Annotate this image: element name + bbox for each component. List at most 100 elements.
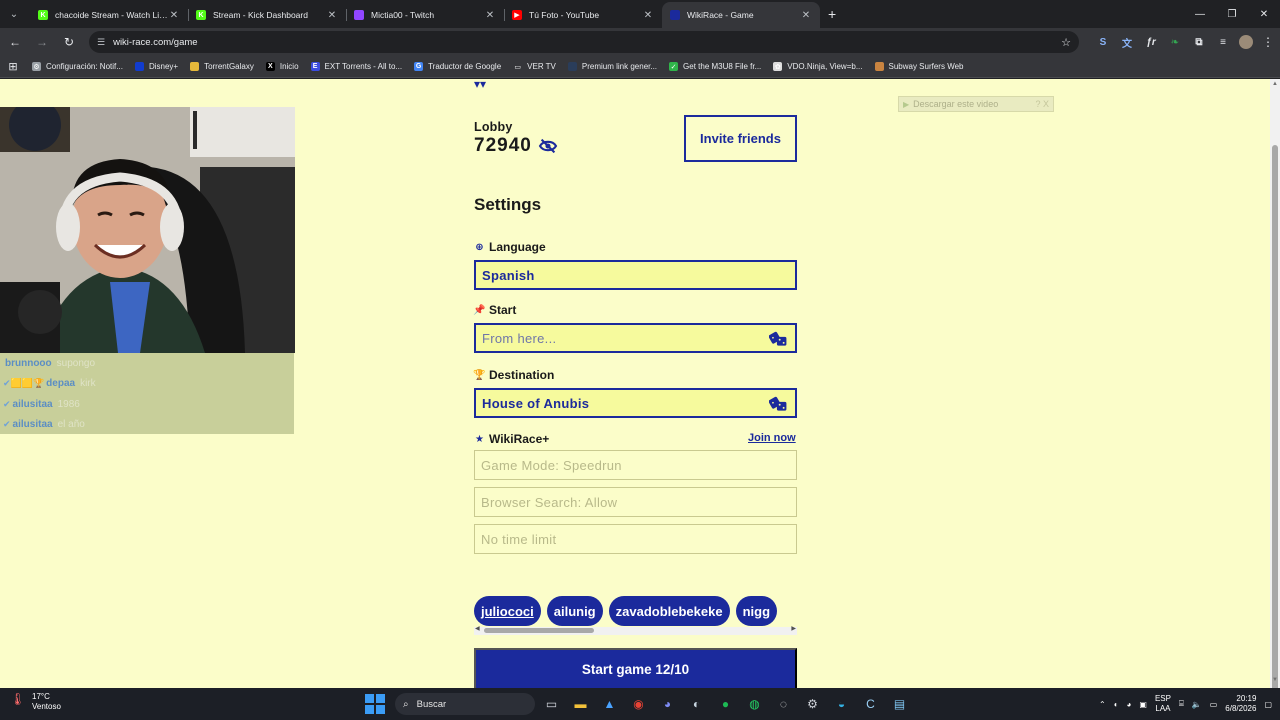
bookmark-item[interactable]: ✓ Get the M3U8 File fr... bbox=[663, 62, 767, 71]
tab-title: Tú Foto - YouTube bbox=[529, 10, 600, 20]
bookmark-star-icon[interactable]: ☆ bbox=[1061, 36, 1071, 49]
destination-input[interactable]: House of Anubis bbox=[474, 388, 797, 418]
edge-icon[interactable]: ◒ bbox=[829, 692, 854, 716]
scroll-up-icon[interactable]: ▲ bbox=[1272, 81, 1278, 89]
restore-icon[interactable]: ❐ bbox=[1216, 0, 1248, 28]
clock[interactable]: 20:19 6/8/2026 bbox=[1225, 694, 1256, 714]
browser-tab[interactable]: Kchacoide Stream - Watch Live o ✕ bbox=[30, 2, 188, 28]
bookmark-item[interactable]: X Inicio bbox=[260, 62, 305, 71]
browser-tab[interactable]: WikiRace - Game ✕ bbox=[662, 2, 820, 28]
file-explorer-icon[interactable]: ▬ bbox=[568, 692, 593, 716]
close-window-icon[interactable]: ✕ bbox=[1248, 0, 1280, 28]
task-view-icon[interactable]: ▭ bbox=[539, 692, 564, 716]
bookmark-item[interactable]: ✿ VDO.Ninja, View=b... bbox=[767, 62, 868, 71]
start-input[interactable]: From here... bbox=[474, 323, 797, 353]
profile-avatar[interactable] bbox=[1239, 35, 1253, 49]
leaf-extension-icon[interactable]: ❧ bbox=[1165, 32, 1185, 52]
chrome-icon[interactable]: ◉ bbox=[626, 692, 651, 716]
download-video-overlay[interactable]: ▶ Descargar este video ? X bbox=[898, 96, 1054, 112]
hide-code-icon[interactable] bbox=[538, 138, 558, 154]
notepad-icon[interactable]: ▤ bbox=[887, 692, 912, 716]
player-pill[interactable]: nigg bbox=[735, 596, 778, 626]
extensions-puzzle-icon[interactable]: ⧉ bbox=[1189, 32, 1209, 52]
tray-overflow-icon[interactable]: ⌃ bbox=[1099, 700, 1106, 709]
chat-badges: ✔ bbox=[3, 419, 11, 430]
page-scroll-thumb[interactable] bbox=[1272, 145, 1278, 705]
taskbar-search[interactable]: ⌕ Buscar bbox=[395, 693, 535, 715]
windows-start-icon[interactable] bbox=[365, 694, 385, 714]
page-scrollbar[interactable]: ▲ ▼ bbox=[1270, 79, 1280, 705]
weather-widget[interactable]: 🌡 17°C Ventoso bbox=[10, 692, 61, 712]
shazam-extension-icon[interactable]: S bbox=[1093, 32, 1113, 52]
tab-strip: ⌄ Kchacoide Stream - Watch Live o ✕ K Strea… bbox=[0, 0, 1280, 28]
bookmark-item[interactable]: Premium link gener... bbox=[562, 62, 663, 71]
gear-icon: ⚙ bbox=[32, 62, 41, 71]
steam-icon[interactable]: ◐ bbox=[684, 692, 709, 716]
discord-tray-icon[interactable]: ◕ bbox=[1127, 700, 1132, 709]
browser-tab[interactable]: K Stream - Kick Dashboard ✕ bbox=[188, 2, 346, 28]
browser-menu-icon[interactable]: ⋮ bbox=[1256, 30, 1280, 54]
obs-icon[interactable]: ◌ bbox=[771, 692, 796, 716]
tray-app-icon[interactable]: ▣ bbox=[1139, 700, 1147, 709]
language-indicator[interactable]: ESP LAA bbox=[1155, 694, 1171, 714]
network-icon[interactable]: ⌸ bbox=[1179, 699, 1184, 709]
chat-username: brunnooo bbox=[5, 357, 52, 369]
bookmark-item[interactable]: TorrentGalaxy bbox=[184, 62, 260, 71]
browser-tab[interactable]: Mictia00 - Twitch ✕ bbox=[346, 2, 504, 28]
steam-tray-icon[interactable]: ◐ bbox=[1114, 700, 1119, 709]
minimize-icon[interactable]: — bbox=[1184, 0, 1216, 28]
language-select[interactable]: Spanish bbox=[474, 260, 797, 290]
scroll-down-icon[interactable]: ▼ bbox=[1272, 677, 1278, 685]
scroll-right-icon[interactable]: ▶ bbox=[791, 625, 796, 632]
player-list-scrollbar[interactable]: ◀ ▶ bbox=[474, 625, 797, 635]
random-destination-dice-icon[interactable] bbox=[769, 395, 788, 412]
stream-chat-overlay: brunnooo supongo ✔🟨🟨🏆 depaa kirk ✔ ailusitaa 19… bbox=[0, 353, 294, 434]
bookmark-item[interactable]: ⚙ Configuración: Notif... bbox=[26, 62, 129, 71]
tab-close-icon[interactable]: ✕ bbox=[326, 10, 338, 21]
address-bar[interactable]: ☰ wiki-race.com/game ☆ bbox=[89, 31, 1079, 53]
scroll-left-icon[interactable]: ◀ bbox=[475, 625, 480, 632]
folder-icon: ▭ bbox=[513, 62, 523, 71]
new-tab-button[interactable]: + bbox=[828, 6, 836, 22]
player-pill[interactable]: ailunig bbox=[546, 596, 603, 626]
player-pill[interactable]: juliococi bbox=[474, 596, 541, 626]
notifications-icon[interactable]: ▢ bbox=[1264, 700, 1272, 709]
start-game-button[interactable]: Start game 12/10 bbox=[474, 648, 797, 688]
weather-temp: 17°C bbox=[32, 692, 50, 701]
whatsapp-icon[interactable]: ◍ bbox=[742, 692, 767, 716]
search-icon: ⌕ bbox=[403, 698, 409, 710]
random-start-dice-icon[interactable] bbox=[769, 330, 788, 347]
tab-close-icon[interactable]: ✕ bbox=[800, 10, 812, 21]
formula-extension-icon[interactable]: ƒr bbox=[1141, 32, 1161, 52]
bookmark-item[interactable]: G Traductor de Google bbox=[408, 62, 507, 71]
ccleaner-icon[interactable]: C bbox=[858, 692, 883, 716]
bookmark-item[interactable]: E EXT Torrents - All to... bbox=[305, 62, 409, 71]
bookmark-item[interactable]: Subway Surfers Web bbox=[869, 62, 970, 71]
tab-close-icon[interactable]: ✕ bbox=[484, 10, 496, 21]
translate-extension-icon[interactable]: 文 bbox=[1117, 32, 1137, 52]
reload-icon[interactable]: ↻ bbox=[57, 30, 81, 54]
bookmark-item[interactable]: ▭ VER TV bbox=[507, 62, 562, 71]
site-info-icon[interactable]: ☰ bbox=[97, 37, 105, 48]
tab-close-icon[interactable]: ✕ bbox=[168, 10, 180, 21]
discord-icon[interactable]: ◕ bbox=[655, 692, 680, 716]
apps-grid-icon[interactable]: ⊞ bbox=[0, 60, 26, 73]
wikirace-plus-label: ★ WikiRace+ bbox=[474, 432, 549, 446]
reading-list-icon[interactable]: ≡ bbox=[1213, 32, 1233, 52]
forward-icon[interactable]: → bbox=[30, 30, 54, 54]
back-icon[interactable]: ← bbox=[3, 30, 27, 54]
invite-friends-button[interactable]: Invite friends bbox=[684, 115, 797, 162]
tab-search-icon[interactable]: ⌄ bbox=[4, 4, 24, 24]
join-now-link[interactable]: Join now bbox=[748, 432, 796, 444]
player-scroll-thumb[interactable] bbox=[484, 628, 594, 633]
player-pill[interactable]: zavadoblebekeke bbox=[608, 596, 730, 626]
battery-icon[interactable]: ▭ bbox=[1210, 700, 1218, 709]
volume-icon[interactable]: 🔈 bbox=[1192, 700, 1202, 709]
settings-icon[interactable]: ⚙ bbox=[800, 692, 825, 716]
download-overlay-close[interactable]: ? X bbox=[1035, 99, 1049, 109]
bookmark-item[interactable]: Disney+ bbox=[129, 62, 184, 71]
browser-tab[interactable]: ▶ Tú Foto - YouTube ✕ bbox=[504, 2, 662, 28]
spotify-icon[interactable]: ● bbox=[713, 692, 738, 716]
tab-close-icon[interactable]: ✕ bbox=[642, 10, 654, 21]
photos-icon[interactable]: ▲ bbox=[597, 692, 622, 716]
